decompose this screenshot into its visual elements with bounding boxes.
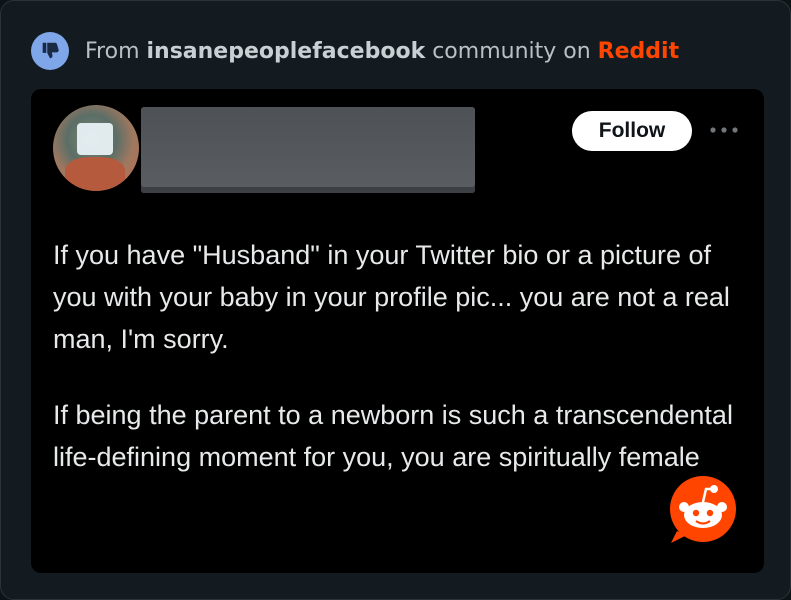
post-text: If you have "Husband" in your Twitter bi…: [53, 234, 753, 478]
header-prefix: From: [85, 38, 147, 64]
more-dots-icon[interactable]: [707, 115, 741, 145]
post-paragraph: If you have "Husband" in your Twitter bi…: [53, 240, 730, 354]
share-card: From insanepeoplefacebook community on R…: [0, 0, 791, 600]
avatar-shoulders: [65, 157, 125, 191]
avatar-redaction: [77, 123, 113, 155]
post-card: Follow If you have "Husband" in your Twi…: [31, 89, 764, 573]
username-redaction: [141, 107, 475, 193]
avatar[interactable]: [53, 105, 139, 191]
source-header: From insanepeoplefacebook community on R…: [31, 32, 679, 70]
follow-button[interactable]: Follow: [572, 111, 692, 151]
reddit-snoo-icon: [667, 473, 739, 545]
community-name-link[interactable]: insanepeoplefacebook: [147, 39, 426, 64]
platform-name-link[interactable]: Reddit: [598, 39, 679, 64]
thumbs-down-icon: [31, 32, 69, 70]
header-middle: community on: [425, 38, 598, 64]
post-paragraph: If being the parent to a newborn is such…: [53, 400, 733, 472]
